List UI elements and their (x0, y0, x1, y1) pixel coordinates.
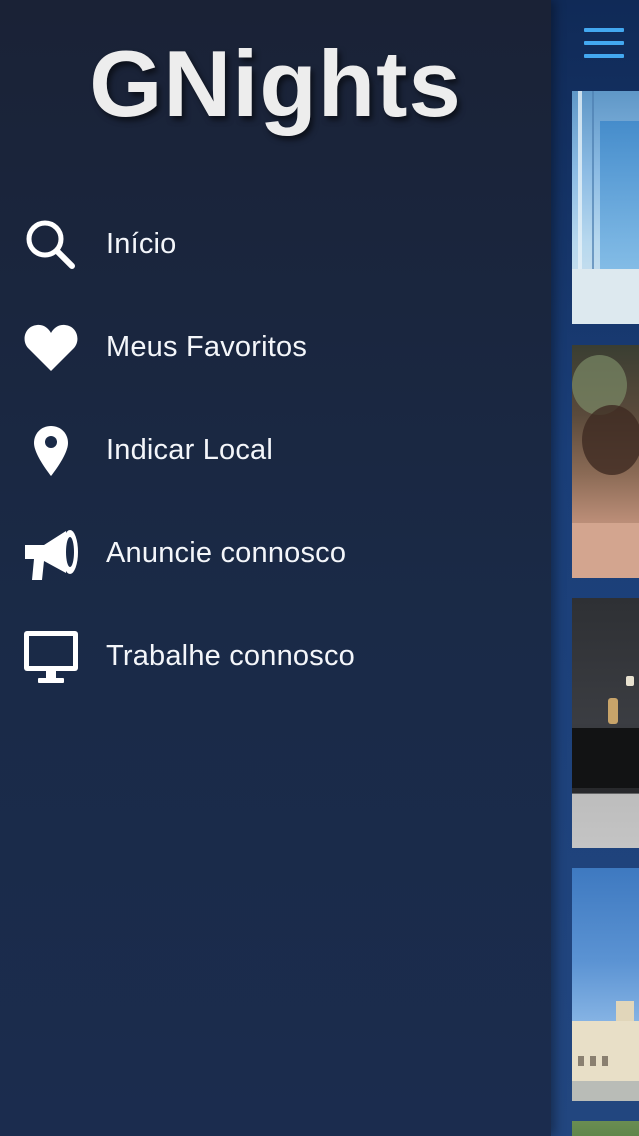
hamburger-menu-icon[interactable] (584, 28, 624, 58)
venue-card[interactable] (572, 91, 639, 324)
menu-item-label: Anuncie connosco (106, 537, 347, 569)
heart-icon (22, 319, 80, 377)
menu-item-label: Início (106, 228, 177, 260)
venue-card[interactable] (572, 345, 639, 578)
map-pin-icon (22, 422, 80, 480)
menu-item-label: Meus Favoritos (106, 331, 308, 363)
main-content (551, 0, 639, 1136)
menu-item-favoritos[interactable]: Meus Favoritos (0, 296, 551, 399)
menu-item-label: Trabalhe connosco (106, 640, 355, 672)
menu-item-inicio[interactable]: Início (0, 193, 551, 296)
megaphone-icon (22, 525, 80, 583)
drawer-menu: Início Meus Favoritos Indicar Local Anun… (0, 193, 551, 708)
venue-card[interactable] (572, 598, 639, 848)
venue-card[interactable] (572, 868, 639, 1101)
menu-item-indicar-local[interactable]: Indicar Local (0, 399, 551, 502)
menu-item-trabalhe[interactable]: Trabalhe connosco (0, 605, 551, 708)
venue-card[interactable] (572, 1121, 639, 1136)
app-logo: GNights (89, 31, 462, 136)
search-icon (22, 216, 80, 274)
menu-item-label: Indicar Local (106, 434, 274, 466)
menu-item-anuncie[interactable]: Anuncie connosco (0, 502, 551, 605)
navigation-drawer: GNights Início Meus Favoritos Indicar Lo… (0, 0, 551, 1136)
monitor-icon (22, 628, 80, 686)
app-screen: GNights Início Meus Favoritos Indicar Lo… (0, 0, 639, 1136)
